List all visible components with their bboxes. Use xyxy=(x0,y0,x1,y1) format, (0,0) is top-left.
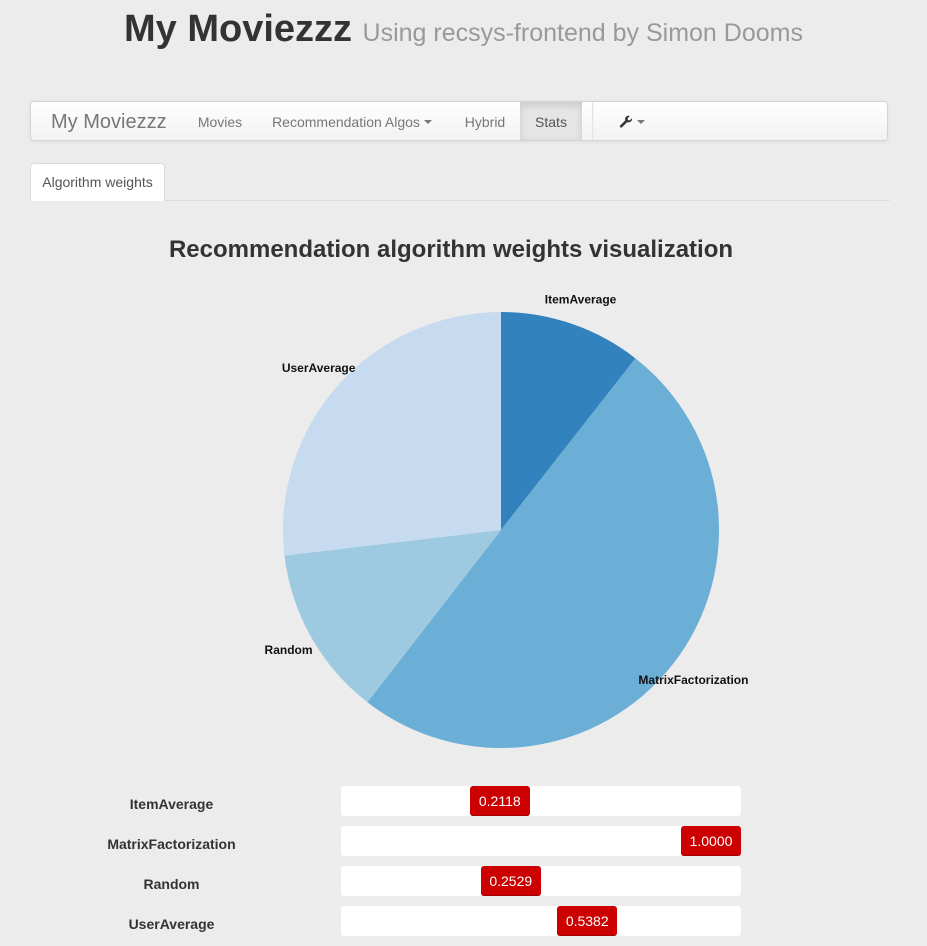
weight-slider-handle[interactable]: 0.2118 xyxy=(469,786,530,816)
weight-slider-track[interactable]: 0.2529 xyxy=(341,866,741,896)
weight-label: ItemAverage xyxy=(129,796,214,812)
weight-slider-handle[interactable]: 0.2529 xyxy=(480,866,541,896)
pie-label-itemaverage: ItemAverage xyxy=(545,292,617,306)
pie-label-useraverage: UserAverage xyxy=(282,361,356,375)
weight-slider-track[interactable]: 1.0000 xyxy=(341,826,741,856)
pie-label-matrixfactorization: MatrixFactorization xyxy=(638,673,748,687)
weight-label: UserAverage xyxy=(128,916,215,932)
weight-slider-track[interactable]: 0.5382 xyxy=(341,906,741,936)
weight-label: Random xyxy=(143,876,200,892)
weight-row-random: Random 0.2529 xyxy=(0,866,927,896)
pie-slice-useraverage xyxy=(283,312,501,556)
weight-label: MatrixFactorization xyxy=(107,836,236,852)
weight-slider-handle[interactable]: 1.0000 xyxy=(681,826,741,856)
pie-label-random: Random xyxy=(265,643,313,657)
weight-row-useraverage: UserAverage 0.5382 xyxy=(0,906,927,936)
weight-row-matrixfactorization: MatrixFactorization 1.0000 xyxy=(0,826,927,856)
weight-slider-handle[interactable]: 0.5382 xyxy=(557,906,618,936)
weight-slider-track[interactable]: 0.2118 xyxy=(341,786,741,816)
weight-row-itemaverage: ItemAverage 0.2118 xyxy=(0,786,927,816)
